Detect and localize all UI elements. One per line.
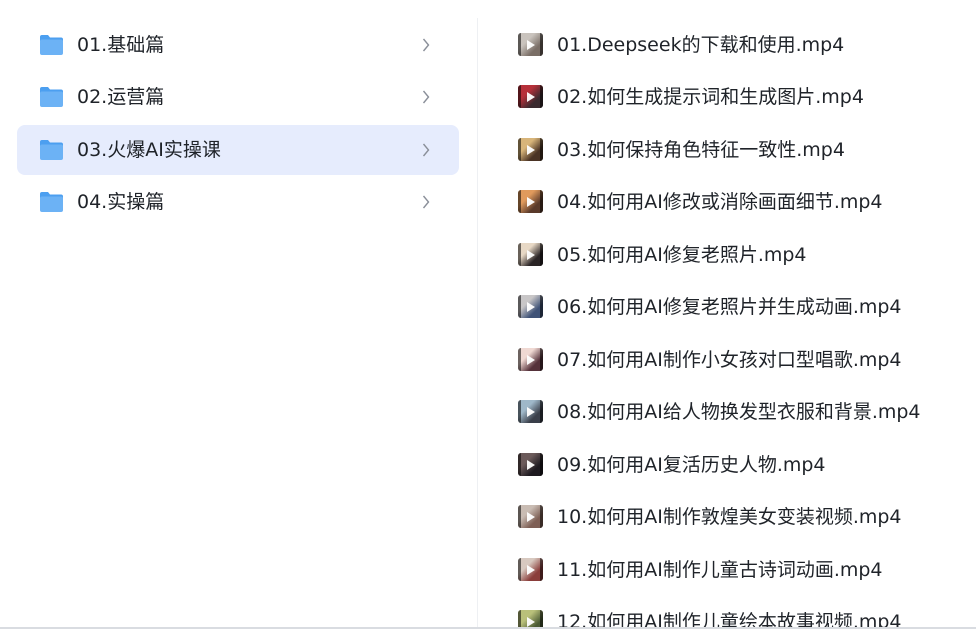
file-name: 08.如何用AI给人物换发型衣服和背景.mp4 — [557, 401, 921, 424]
video-thumbnail — [518, 137, 543, 161]
video-thumbnail — [518, 242, 543, 266]
folder-label: 02.运营篇 — [77, 86, 165, 108]
video-thumbnail — [518, 400, 543, 424]
folder-list: 01.基础篇 02.运营篇 03.火爆AI实操课 04.实操篇 — [0, 0, 477, 629]
video-file-item[interactable]: 07.如何用AI制作小女孩对口型唱歌.mp4 — [518, 342, 974, 378]
play-icon — [527, 459, 535, 470]
file-list: 01.Deepseek的下载和使用.mp4 02.如何生成提示词和生成图片.mp… — [478, 0, 976, 629]
video-thumbnail — [518, 33, 543, 56]
video-thumbnail — [518, 452, 543, 476]
video-file-item[interactable]: 12.如何用AI制作儿童绘本故事视频.mp4 — [518, 604, 974, 629]
video-thumbnail — [518, 295, 543, 319]
chevron-right-icon — [422, 195, 430, 209]
file-name: 09.如何用AI复活历史人物.mp4 — [557, 453, 826, 476]
folder-icon — [40, 87, 63, 107]
file-name: 04.如何用AI修改或消除画面细节.mp4 — [557, 191, 883, 214]
folder-label: 04.实操篇 — [77, 191, 165, 213]
chevron-right-icon — [422, 143, 430, 157]
video-file-item[interactable]: 06.如何用AI修复老照片并生成动画.mp4 — [518, 289, 974, 325]
file-name: 03.如何保持角色特征一致性.mp4 — [557, 138, 845, 161]
play-icon — [527, 197, 535, 208]
file-name: 11.如何用AI制作儿童古诗词动画.mp4 — [557, 558, 883, 581]
video-file-item[interactable]: 09.如何用AI复活历史人物.mp4 — [518, 447, 974, 483]
play-icon — [527, 616, 535, 627]
file-browser: 01.基础篇 02.运营篇 03.火爆AI实操课 04.实操篇 01.Deeps… — [0, 0, 976, 629]
play-icon — [527, 92, 535, 103]
folder-item[interactable]: 04.实操篇 — [17, 177, 459, 227]
chevron-right-icon — [422, 38, 430, 52]
video-file-item[interactable]: 04.如何用AI修改或消除画面细节.mp4 — [518, 184, 974, 220]
video-thumbnail — [518, 505, 543, 529]
chevron-right-icon — [422, 90, 430, 104]
folder-icon — [40, 192, 63, 212]
file-name: 07.如何用AI制作小女孩对口型唱歌.mp4 — [557, 348, 902, 371]
video-file-item[interactable]: 08.如何用AI给人物换发型衣服和背景.mp4 — [518, 394, 974, 430]
video-file-item[interactable]: 01.Deepseek的下载和使用.mp4 — [518, 27, 974, 63]
folder-icon — [40, 140, 63, 160]
play-icon — [527, 40, 535, 50]
play-icon — [527, 512, 535, 523]
play-icon — [527, 302, 535, 313]
play-icon — [527, 144, 535, 155]
video-file-item[interactable]: 10.如何用AI制作敦煌美女变装视频.mp4 — [518, 499, 974, 535]
video-thumbnail — [518, 190, 543, 214]
folder-label: 01.基础篇 — [77, 34, 165, 56]
play-icon — [527, 407, 535, 418]
file-name: 12.如何用AI制作儿童绘本故事视频.mp4 — [557, 610, 902, 629]
folder-item[interactable]: 03.火爆AI实操课 — [17, 125, 459, 175]
video-file-item[interactable]: 03.如何保持角色特征一致性.mp4 — [518, 132, 974, 168]
file-name: 05.如何用AI修复老照片.mp4 — [557, 243, 807, 266]
file-name: 02.如何生成提示词和生成图片.mp4 — [557, 86, 864, 109]
file-name: 10.如何用AI制作敦煌美女变装视频.mp4 — [557, 506, 902, 529]
folder-icon — [40, 35, 63, 55]
folder-item[interactable]: 01.基础篇 — [17, 20, 459, 70]
folder-label: 03.火爆AI实操课 — [77, 139, 221, 161]
video-file-item[interactable]: 05.如何用AI修复老照片.mp4 — [518, 237, 974, 273]
file-name: 01.Deepseek的下载和使用.mp4 — [557, 34, 845, 56]
video-thumbnail — [518, 557, 543, 581]
video-thumbnail — [518, 347, 543, 371]
video-thumbnail — [518, 85, 543, 109]
file-name: 06.如何用AI修复老照片并生成动画.mp4 — [557, 296, 902, 319]
video-file-item[interactable]: 02.如何生成提示词和生成图片.mp4 — [518, 79, 974, 115]
folder-item[interactable]: 02.运营篇 — [17, 72, 459, 122]
play-icon — [527, 249, 535, 260]
video-file-item[interactable]: 11.如何用AI制作儿童古诗词动画.mp4 — [518, 552, 974, 588]
play-icon — [527, 354, 535, 365]
play-icon — [527, 564, 535, 575]
